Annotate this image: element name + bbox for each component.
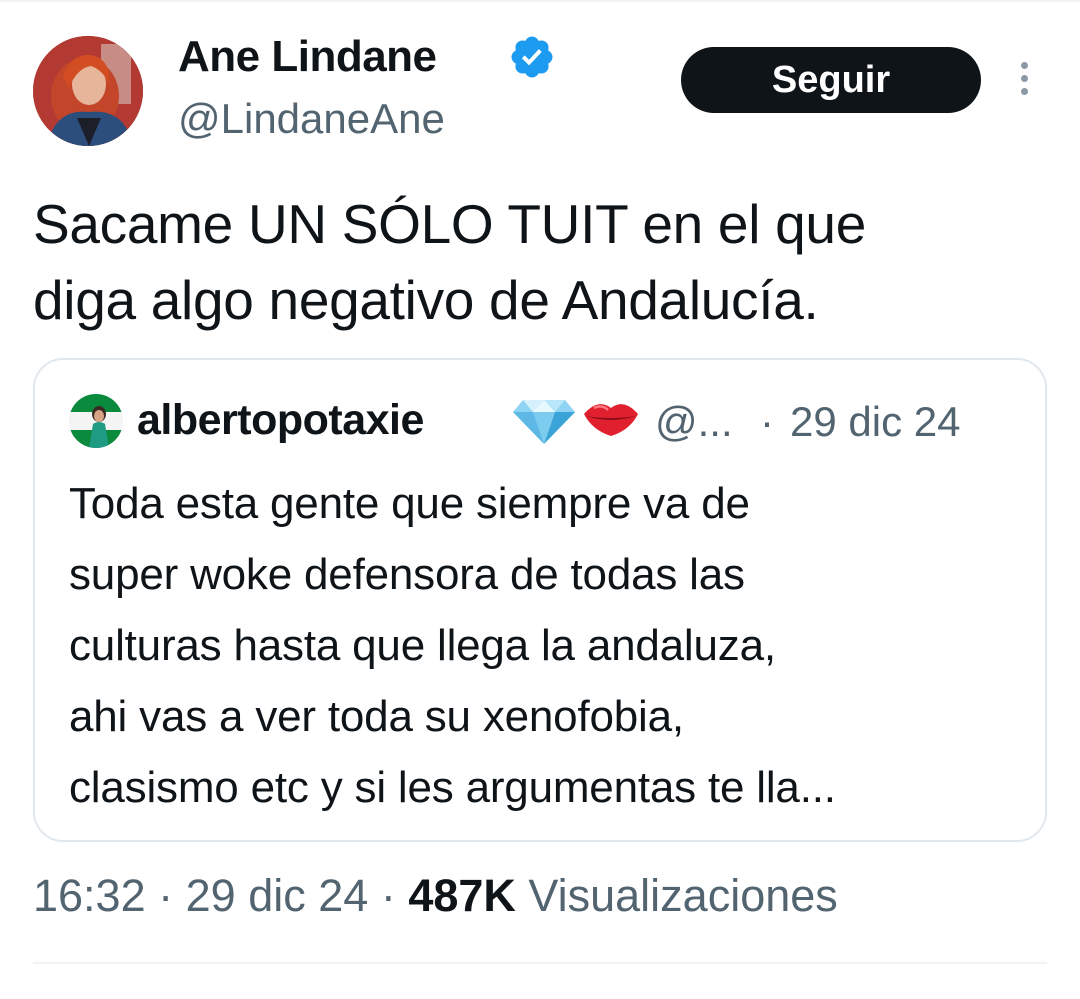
- meta-separator: ·: [158, 870, 174, 921]
- quoted-text-line: Toda esta gente que siempre va de: [69, 479, 750, 528]
- quoted-author-handle[interactable]: @...: [655, 398, 733, 446]
- quoted-text-line: super woke defensora de todas las: [69, 550, 745, 599]
- top-divider: [0, 0, 1080, 2]
- quoted-tweet-card[interactable]: albertopotaxie @... · 29 dic 24 Toda est…: [33, 358, 1047, 842]
- more-options-icon[interactable]: [1017, 62, 1031, 100]
- tweet-text: Sacame UN SÓLO TUIT en el que diga algo …: [33, 186, 1043, 338]
- author-avatar[interactable]: [33, 36, 143, 146]
- tweet-text-line: diga algo negativo de Andalucía.: [33, 269, 819, 331]
- quoted-author-avatar: [69, 394, 123, 448]
- quoted-tweet-text: Toda esta gente que siempre va de super …: [69, 468, 1029, 823]
- quoted-tweet-date[interactable]: 29 dic 24: [790, 398, 960, 446]
- quoted-text-line: culturas hasta que llega la andaluza,: [69, 621, 776, 670]
- verified-badge-icon: [511, 36, 553, 78]
- tweet-text-line: Sacame UN SÓLO TUIT en el que: [33, 193, 866, 255]
- follow-button[interactable]: Seguir: [681, 47, 981, 113]
- views-label: Visualizaciones: [528, 870, 838, 921]
- tweet-date[interactable]: 29 dic 24: [186, 870, 369, 921]
- bottom-divider: [33, 962, 1047, 964]
- quoted-author-name[interactable]: albertopotaxie: [137, 396, 424, 445]
- meta-separator: ·: [380, 870, 396, 921]
- quote-separator: ·: [760, 398, 774, 445]
- views-count: 487K: [408, 870, 516, 921]
- author-handle[interactable]: @LindaneAne: [178, 95, 445, 143]
- tweet-time[interactable]: 16:32: [33, 870, 146, 921]
- gem-icon: [513, 400, 575, 444]
- quoted-text-line: clasismo etc y si les argumentas te lla.…: [69, 763, 836, 812]
- tweet-metadata: 16:32 · 29 dic 24 · 487K Visualizaciones: [33, 870, 838, 922]
- author-name[interactable]: Ane Lindane: [178, 32, 437, 82]
- lips-icon: [584, 404, 638, 436]
- quoted-text-line: ahi vas a ver toda su xenofobia,: [69, 692, 684, 741]
